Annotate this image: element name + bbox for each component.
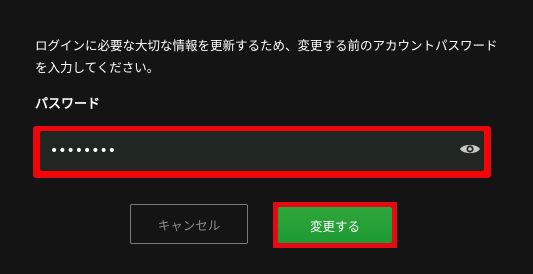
show-password-toggle[interactable] (459, 141, 481, 159)
password-label: パスワード (35, 97, 101, 112)
eye-icon (459, 141, 481, 160)
password-input[interactable] (40, 131, 484, 171)
instruction-text: ログインに必要な大切な情報を更新するため、変更する前のアカウントパスワードを入力… (35, 38, 498, 75)
cancel-button[interactable]: キャンセル (130, 204, 248, 244)
submit-button[interactable]: 変更する (278, 207, 392, 243)
